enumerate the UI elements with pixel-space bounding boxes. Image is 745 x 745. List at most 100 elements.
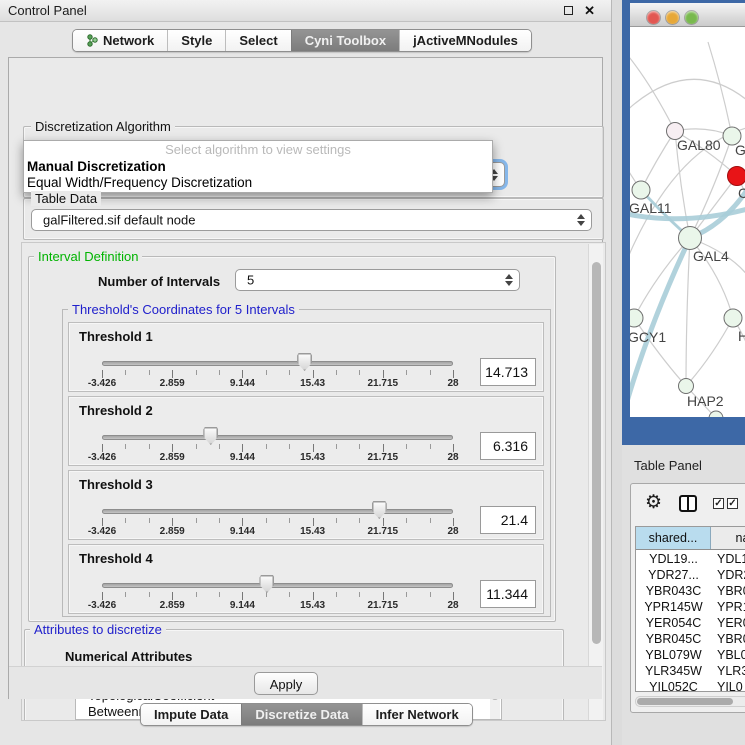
slider-track[interactable] xyxy=(102,361,453,366)
table-row[interactable]: YBR043CYBR0 xyxy=(636,583,745,599)
threshold-value-field[interactable]: 21.4 xyxy=(480,506,536,534)
slider-thumb[interactable] xyxy=(259,575,274,593)
zoom-traffic-light[interactable] xyxy=(685,11,698,24)
tab-label: Cyni Toolbox xyxy=(305,33,386,48)
network-node-h[interactable] xyxy=(724,309,742,327)
network-edge[interactable] xyxy=(630,79,745,117)
slider-tick xyxy=(430,370,431,375)
checkbox-icon[interactable]: ✓ xyxy=(727,498,738,509)
tab-cyni-toolbox[interactable]: Cyni Toolbox xyxy=(291,30,399,51)
attributes-group-title: Attributes to discretize xyxy=(30,622,166,637)
number-of-intervals-combobox[interactable]: 5 xyxy=(235,269,520,291)
slider-tick xyxy=(219,444,220,449)
network-node-hap2[interactable] xyxy=(679,379,694,394)
threshold-value-field[interactable]: 14.713 xyxy=(480,358,536,386)
table-row[interactable]: YER054CYER0 xyxy=(636,615,745,631)
cell-name: YDR2 xyxy=(711,567,745,583)
slider-thumb[interactable] xyxy=(203,427,218,445)
table-data-value: galFiltered.sif default node xyxy=(43,213,195,228)
network-edge[interactable] xyxy=(686,318,733,386)
network-edge[interactable] xyxy=(641,131,675,190)
network-edge[interactable] xyxy=(708,42,732,136)
slider-track[interactable] xyxy=(102,583,453,588)
slider-tick xyxy=(266,370,267,375)
slider-tick xyxy=(289,592,290,597)
vertical-scrollbar[interactable] xyxy=(588,244,603,721)
slider-tick xyxy=(242,444,243,452)
table-panel-body: ⚙ ✓ ✓ shared... na YDL19...YDL1YDR27...Y… xyxy=(630,483,745,713)
control-panel-window: Control Panel ✕ Network Style Select Cyni T… xyxy=(0,0,612,745)
network-graph[interactable]: GAL80GACGAL11GAL4GCY1HHAP2 xyxy=(630,27,745,417)
tab-label: Discretize Data xyxy=(255,707,348,722)
network-edge-highlighted[interactable] xyxy=(690,177,745,238)
slider-thumb[interactable] xyxy=(372,501,387,519)
threshold-value-field[interactable]: 11.344 xyxy=(480,580,536,608)
tab-select[interactable]: Select xyxy=(225,30,290,51)
slider-tick xyxy=(219,592,220,597)
tab-label: jActiveMNodules xyxy=(413,33,518,48)
scrollbar-thumb[interactable] xyxy=(592,262,601,644)
column-header-name[interactable]: na xyxy=(711,527,745,549)
tab-label: Style xyxy=(181,33,212,48)
slider-tick xyxy=(102,370,103,378)
table-header-row: shared... na xyxy=(636,527,745,550)
float-window-icon[interactable] xyxy=(564,6,573,15)
network-node-gal4[interactable] xyxy=(679,227,702,250)
table-data-title: Table Data xyxy=(31,191,101,206)
horizontal-scrollbar[interactable] xyxy=(635,696,745,707)
slider-tick xyxy=(313,444,314,452)
slider-tick xyxy=(313,592,314,600)
checkbox-icon[interactable]: ✓ xyxy=(713,498,724,509)
slider-thumb[interactable] xyxy=(297,353,312,371)
scrollbar-thumb[interactable] xyxy=(637,698,733,705)
slider-tick-label: -3.426 xyxy=(88,452,116,463)
menu-item-manual-discretization[interactable]: Manual Discretization xyxy=(24,159,492,175)
slider-tick xyxy=(430,592,431,597)
close-traffic-light[interactable] xyxy=(647,11,660,24)
menu-item-equal-width-frequency[interactable]: Equal Width/Frequency Discretization xyxy=(24,175,492,191)
slider-tick xyxy=(266,444,267,449)
slider-tick xyxy=(102,592,103,600)
slider-tick xyxy=(196,518,197,523)
slider-track[interactable] xyxy=(102,435,453,440)
tab-impute-data[interactable]: Impute Data xyxy=(141,704,241,725)
apply-button[interactable]: Apply xyxy=(254,672,318,695)
gear-icon[interactable]: ⚙ xyxy=(645,492,662,514)
slider-tick xyxy=(359,370,360,375)
network-canvas[interactable]: GAL80GACGAL11GAL4GCY1HHAP2 xyxy=(630,27,745,417)
network-node-gcy1[interactable] xyxy=(630,309,643,327)
minimize-traffic-light[interactable] xyxy=(666,11,679,24)
table-row[interactable]: YDR27...YDR2 xyxy=(636,567,745,583)
slider-track[interactable] xyxy=(102,509,453,514)
slider-tick-label: 21.715 xyxy=(368,600,399,611)
close-icon[interactable]: ✕ xyxy=(584,3,595,19)
table-row[interactable]: YBR045CYBR0 xyxy=(636,631,745,647)
table-row[interactable]: YLR345WYLR3 xyxy=(636,663,745,679)
tab-style[interactable]: Style xyxy=(167,30,225,51)
threshold-box: Threshold 3-3.4262.8599.14415.4321.71528… xyxy=(68,470,544,540)
table-row[interactable]: YIL052CYIL0 xyxy=(636,679,745,691)
tab-network[interactable]: Network xyxy=(73,30,167,51)
split-columns-icon[interactable] xyxy=(679,495,697,512)
settings-scrollpane: Interval Definition Number of Intervals … xyxy=(21,242,606,721)
tab-discretize-data[interactable]: Discretize Data xyxy=(241,704,361,725)
network-edge[interactable] xyxy=(686,238,690,386)
table-row[interactable]: YPR145WYPR1 xyxy=(636,599,745,615)
tab-infer-network[interactable]: Infer Network xyxy=(362,704,472,725)
slider-tick xyxy=(196,592,197,597)
network-node-c[interactable] xyxy=(728,167,745,186)
threshold-value-field[interactable]: 6.316 xyxy=(480,432,536,460)
column-header-shared-name[interactable]: shared... xyxy=(636,527,711,549)
node-label: GAL80 xyxy=(677,137,721,153)
network-node-gal11[interactable] xyxy=(632,181,650,199)
tab-jactivemnodules[interactable]: jActiveMNodules xyxy=(399,30,531,51)
control-panel-titlebar: Control Panel ✕ xyxy=(0,0,611,22)
table-data-combobox[interactable]: galFiltered.sif default node xyxy=(31,209,592,231)
slider-tick xyxy=(359,592,360,597)
cell-name: YBR0 xyxy=(711,583,745,599)
cell-shared-name: YBR043C xyxy=(636,583,711,599)
table-row[interactable]: YDL19...YDL1 xyxy=(636,551,745,567)
network-window-titlebar[interactable] xyxy=(630,3,745,27)
table-row[interactable]: YBL079WYBL0 xyxy=(636,647,745,663)
tab-label: Network xyxy=(103,33,154,48)
